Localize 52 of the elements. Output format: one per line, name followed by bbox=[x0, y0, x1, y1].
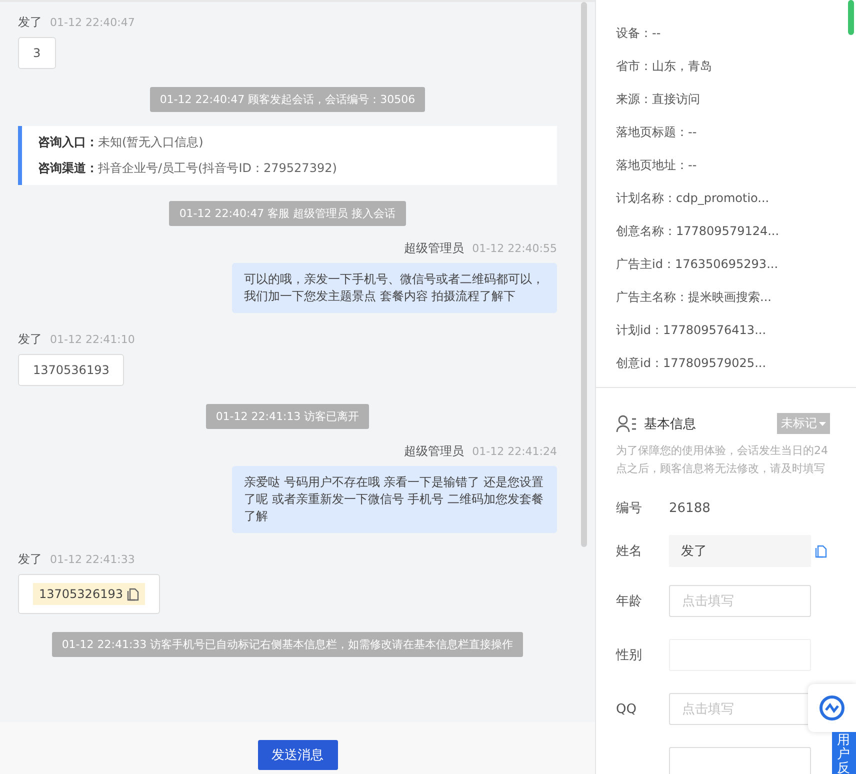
message-time: 01-12 22:40:47 bbox=[50, 16, 135, 29]
name-field[interactable]: 发了 bbox=[669, 535, 811, 567]
user-list-icon bbox=[616, 414, 638, 432]
source-field: 广告主id：176350695293... bbox=[616, 256, 856, 274]
message-time: 01-12 22:40:55 bbox=[472, 242, 557, 255]
message-time: 01-12 22:41:33 bbox=[50, 553, 135, 566]
logo-icon bbox=[819, 695, 845, 721]
sender-name: 超级管理员 bbox=[404, 240, 464, 257]
field-label: 编号 bbox=[616, 500, 643, 517]
notice-text: 为了保障您的使用体验，会话发生当日的24点之后，顾客信息将无法修改，请及时填写 bbox=[616, 443, 829, 477]
message-bubble: 亲爱哒 号码用户不存在哦 亲看一下是输错了 还是您设置了呢 或者亲重新发一下微信号 手机号 二维码加您发套餐了解 bbox=[232, 466, 557, 533]
section-title: 基本信息 bbox=[644, 416, 696, 432]
copy-icon[interactable] bbox=[126, 588, 139, 600]
system-notice: 01-12 22:41:33 访客手机号已自动标记右侧基本信息栏，如需修改请在基本信息栏直接操作 bbox=[52, 632, 524, 657]
caret-icon bbox=[819, 422, 826, 426]
message-time: 01-12 22:41:24 bbox=[472, 445, 557, 458]
floating-button[interactable] bbox=[808, 684, 856, 732]
field-label: QQ bbox=[616, 702, 638, 716]
source-field: 省市：山东，青岛 bbox=[616, 58, 856, 76]
source-field: 落地页标题：-- bbox=[616, 124, 856, 142]
source-field: 计划名称：cdp_promotio... bbox=[616, 190, 856, 208]
send-button[interactable]: 发送消息 bbox=[258, 740, 338, 770]
field-label: 性别 bbox=[616, 647, 643, 664]
sender-name: 发了 bbox=[18, 14, 42, 31]
source-field: 来源：直接访问 bbox=[616, 91, 856, 109]
info-line: 咨询入口：未知(暂无入口信息) bbox=[38, 134, 204, 151]
sender-name: 超级管理员 bbox=[404, 443, 464, 460]
input-field[interactable]: 点击填写 bbox=[669, 693, 811, 725]
source-field: 计划id：177809576413... bbox=[616, 322, 856, 340]
field-label: 姓名 bbox=[616, 543, 643, 560]
source-field: 创意id：177809579025... bbox=[616, 355, 856, 373]
info-line: 咨询渠道：抖音企业号/员工号(抖音号ID：279527392) bbox=[38, 160, 338, 177]
source-field: 广告主名称：提米映画搜索... bbox=[616, 289, 856, 307]
message-bubble: 3 bbox=[18, 37, 56, 69]
copy-icon[interactable] bbox=[815, 544, 827, 558]
field-value: 26188 bbox=[669, 500, 710, 516]
system-notice: 01-12 22:41:13 访客已离开 bbox=[206, 404, 370, 429]
message-bubble: 1370536193 bbox=[18, 354, 124, 386]
field-label: 年龄 bbox=[616, 593, 643, 610]
sender-name: 发了 bbox=[18, 331, 42, 348]
system-notice: 01-12 22:40:47 顾客发起会话，会话编号：30506 bbox=[150, 87, 426, 112]
input-field[interactable]: 点击填写 bbox=[669, 585, 811, 617]
system-notice: 01-12 22:40:47 客服 超级管理员 接入会话 bbox=[169, 201, 406, 226]
sender-name: 发了 bbox=[18, 551, 42, 568]
source-field: 设备：-- bbox=[616, 25, 856, 43]
source-field: 创意名称：177809579124... bbox=[616, 223, 856, 241]
message-time: 01-12 22:41:10 bbox=[50, 333, 135, 346]
message-bubble: 可以的哦，亲发一下手机号、微信号或者二维码都可以，我们加一下您发主题景点 套餐内容 拍摄流程了解下 bbox=[232, 263, 557, 313]
phone-number[interactable]: 13705326193 bbox=[33, 583, 145, 605]
input-field[interactable] bbox=[669, 747, 811, 774]
feedback-tab[interactable]: 用户反 bbox=[832, 732, 856, 774]
source-field: 落地页地址：-- bbox=[616, 157, 856, 175]
